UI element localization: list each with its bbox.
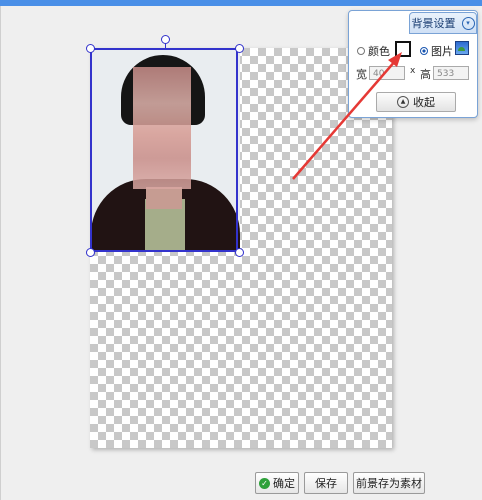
save-as-material-button[interactable]: 前景存为素材 [353, 472, 425, 494]
annotation-arrow [292, 52, 402, 180]
save-as-material-label: 前景存为素材 [356, 477, 422, 490]
save-button[interactable]: 保存 [304, 472, 348, 494]
confirm-label: 确定 [273, 477, 295, 490]
checkmark-icon: ✓ [259, 477, 270, 489]
save-label: 保存 [315, 477, 337, 490]
confirm-button[interactable]: ✓ 确定 [255, 472, 299, 494]
